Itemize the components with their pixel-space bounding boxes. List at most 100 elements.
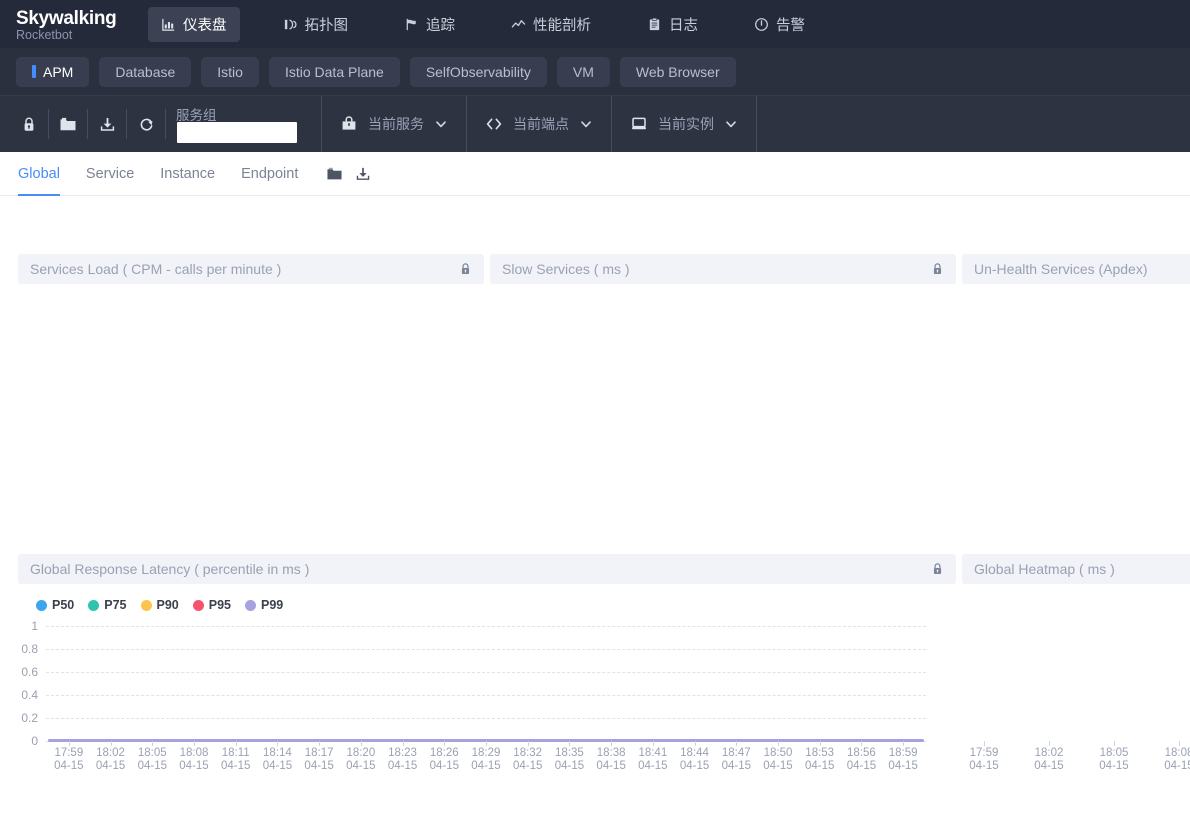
current-endpoint-label: 当前端点 (513, 114, 569, 134)
brand-subtitle: Rocketbot (16, 29, 126, 42)
legend-item-p90[interactable]: P90 (141, 598, 179, 612)
y-axis-tick-label: 0.8 (21, 642, 38, 656)
x-axis-tick (653, 741, 654, 746)
log-icon (647, 17, 662, 32)
widget-lock-button[interactable] (931, 562, 944, 576)
x-axis-tick (361, 741, 362, 746)
x-axis-tick-label: 18:0504-15 (138, 747, 167, 773)
nav-item-dashboard[interactable]: 仪表盘 (148, 7, 240, 42)
x-axis-tick (903, 741, 904, 746)
x-axis-tick (528, 741, 529, 746)
nav-label-log: 日志 (669, 14, 698, 35)
folder-button[interactable] (49, 96, 87, 152)
legend-item-p50[interactable]: P50 (36, 598, 74, 612)
tab-endpoint[interactable]: Endpoint (241, 152, 298, 196)
profile-icon (511, 17, 526, 32)
widget-services-load: Services Load ( CPM - calls per minute ) (18, 254, 484, 544)
current-instance-selector[interactable]: 当前实例 (612, 96, 756, 152)
widget-title-bar: Slow Services ( ms ) (490, 254, 956, 284)
active-indicator-icon (32, 65, 36, 78)
widget-title-slow-services: Slow Services ( ms ) (502, 261, 630, 277)
dashboard-tabs: Global Service Instance Endpoint (0, 152, 1190, 196)
alarm-icon (754, 17, 769, 32)
subnav-label-istio: Istio (217, 64, 243, 80)
legend-item-p75[interactable]: P75 (88, 598, 126, 612)
service-group-field: 服务组 (176, 96, 321, 152)
widget-title-bar: Global Heatmap ( ms ) (962, 554, 1190, 584)
latency-chart-plot: 00.20.40.60.8117:5904-1518:0204-1518:050… (18, 616, 956, 784)
subnav-item-istio[interactable]: Istio (201, 57, 259, 87)
subnav-item-vm[interactable]: VM (557, 57, 610, 87)
tab-global[interactable]: Global (18, 152, 60, 196)
tab-instance[interactable]: Instance (160, 152, 215, 196)
chart-legend: P50 P75 P90 P95 P99 (18, 584, 956, 612)
x-axis-tick (861, 741, 862, 746)
nav-item-alarm[interactable]: 告警 (741, 7, 818, 42)
lock-button[interactable] (10, 96, 48, 152)
x-axis-tick-label: 18:1104-15 (221, 747, 250, 773)
service-group-input[interactable] (177, 122, 297, 143)
y-axis-tick-label: 0.6 (21, 665, 38, 679)
x-axis-tick-label: 18:0804-15 (1164, 747, 1190, 773)
x-axis-tick (1114, 741, 1115, 746)
tab-service[interactable]: Service (86, 152, 134, 196)
current-service-selector[interactable]: 当前服务 (322, 96, 466, 152)
widget-lock-button[interactable] (931, 262, 944, 276)
service-icon (340, 115, 358, 133)
x-axis-tick-label: 18:4104-15 (638, 747, 667, 773)
x-axis-tick (194, 741, 195, 746)
x-axis-tick-label: 18:0204-15 (1034, 747, 1063, 773)
x-axis-tick-label: 18:3804-15 (596, 747, 625, 773)
subnav-label-istio-data-plane: Istio Data Plane (285, 64, 384, 80)
x-axis-tick (736, 741, 737, 746)
nav-label-topology: 拓扑图 (305, 14, 349, 35)
x-axis-tick-label: 18:5304-15 (805, 747, 834, 773)
widget-unhealth-services: Un-Health Services (Apdex) (962, 254, 1190, 544)
x-axis-tick-label: 17:5904-15 (54, 747, 83, 773)
widget-lock-button[interactable] (459, 262, 472, 276)
chevron-down-icon (434, 117, 448, 131)
nav-item-topology[interactable]: 拓扑图 (270, 7, 362, 42)
tab-download-button[interactable] (355, 166, 371, 182)
x-axis-tick-label: 18:2604-15 (430, 747, 459, 773)
tab-label-endpoint: Endpoint (241, 166, 298, 182)
legend-label-p90: P90 (157, 598, 179, 612)
x-axis-tick (695, 741, 696, 746)
toolbar-divider-4 (165, 109, 166, 139)
legend-dot-p95 (193, 600, 204, 611)
service-group-label: 服务组 (176, 104, 217, 124)
x-axis-tick (984, 741, 985, 746)
tab-actions (326, 166, 371, 182)
subnav-item-istio-data-plane[interactable]: Istio Data Plane (269, 57, 400, 87)
subnav-item-database[interactable]: Database (99, 57, 191, 87)
refresh-button[interactable] (127, 96, 165, 152)
subnav-item-selfobservability[interactable]: SelfObservability (410, 57, 547, 87)
subnav-item-apm[interactable]: APM (16, 57, 89, 87)
current-endpoint-selector[interactable]: 当前端点 (467, 96, 611, 152)
nav-item-profile[interactable]: 性能剖析 (498, 7, 604, 42)
lock-icon (931, 262, 944, 276)
x-axis-tick-label: 18:4404-15 (680, 747, 709, 773)
nav-item-log[interactable]: 日志 (634, 7, 711, 42)
legend-item-p95[interactable]: P95 (193, 598, 231, 612)
dashboard-type-bar: APM Database Istio Istio Data Plane Self… (0, 48, 1190, 96)
download-button[interactable] (88, 96, 126, 152)
subnav-label-selfobservability: SelfObservability (426, 64, 531, 80)
y-axis-tick-label: 0.4 (21, 688, 38, 702)
tab-label-global: Global (18, 166, 60, 182)
tab-folder-button[interactable] (326, 166, 343, 181)
download-icon (99, 116, 116, 133)
subnav-label-apm: APM (43, 64, 73, 80)
legend-item-p99[interactable]: P99 (245, 598, 283, 612)
subnav-item-web-browser[interactable]: Web Browser (620, 57, 736, 87)
grid-line (46, 649, 926, 650)
x-axis-tick-label: 18:0804-15 (179, 747, 208, 773)
grid-line (46, 695, 926, 696)
dashboard-icon (161, 17, 176, 32)
nav-item-trace[interactable]: 追踪 (391, 7, 468, 42)
x-axis-tick-label: 18:0504-15 (1099, 747, 1128, 773)
dashboard-board: Services Load ( CPM - calls per minute )… (0, 196, 1190, 791)
x-axis-tick-label: 18:5004-15 (763, 747, 792, 773)
x-axis-tick (486, 741, 487, 746)
legend-dot-p90 (141, 600, 152, 611)
